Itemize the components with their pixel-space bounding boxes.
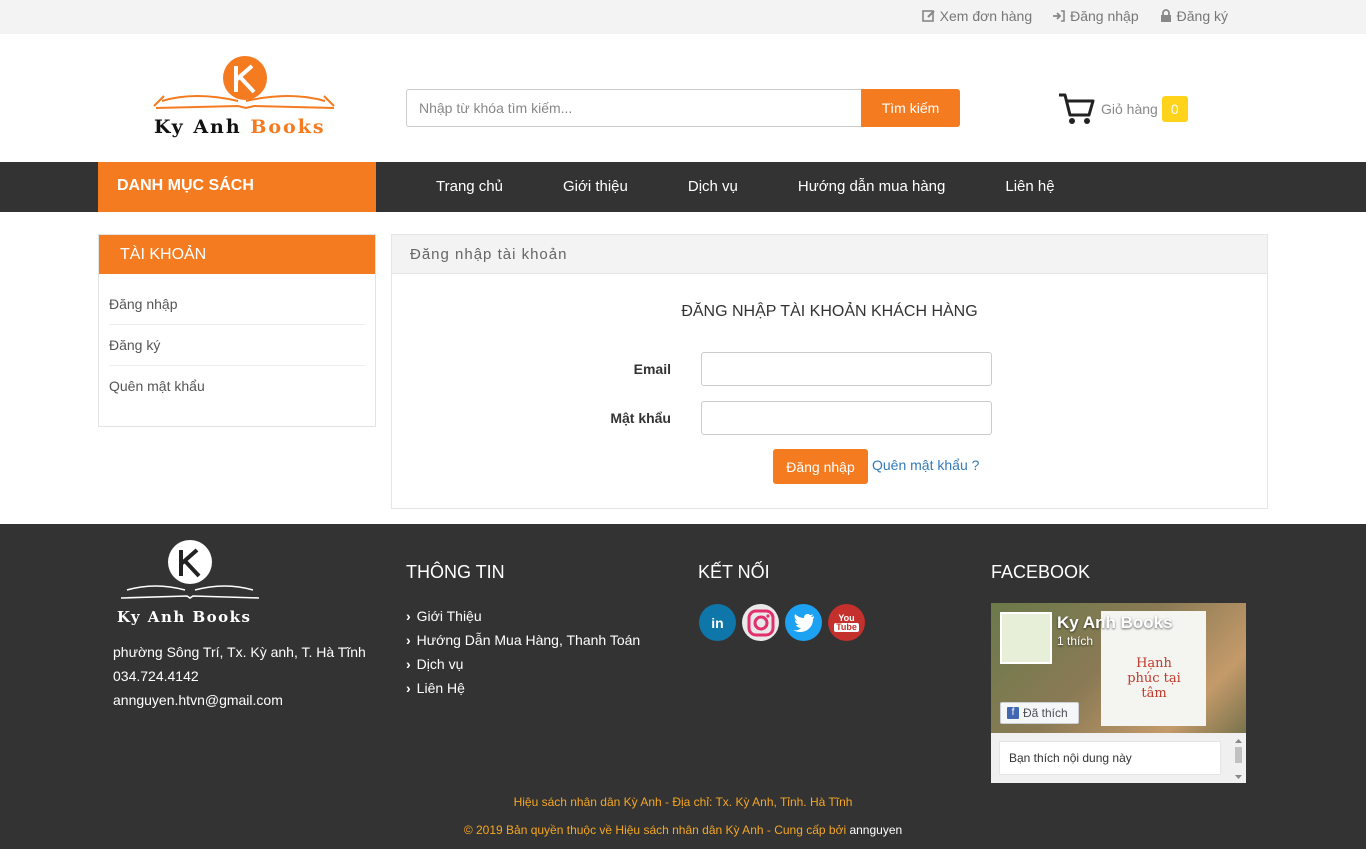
nav-services[interactable]: Dịch vụ xyxy=(658,162,768,212)
site-header: Ky Anh Books Tìm kiếm Giỏ hàng 0 xyxy=(0,34,1366,162)
footer-info-links: Giới Thiệu Hướng Dẫn Mua Hàng, Thanh Toá… xyxy=(406,604,641,700)
top-links: Xem đơn hàng Đăng nhập Đăng ký xyxy=(921,8,1228,24)
top-register-label: Đăng ký xyxy=(1176,8,1228,24)
facebook-icon: f xyxy=(1007,707,1019,719)
main-nav: Trang chủ Giới thiệu Dịch vụ Hướng dẫn m… xyxy=(406,162,1085,212)
sign-in-icon xyxy=(1053,10,1065,22)
fb-scrollbar[interactable] xyxy=(1233,737,1244,781)
footer-link-guide[interactable]: Hướng Dẫn Mua Hàng, Thanh Toán xyxy=(406,628,641,652)
footer-author-link[interactable]: annguyen xyxy=(849,823,902,837)
footer-link-services[interactable]: Dịch vụ xyxy=(406,652,640,676)
twitter-icon[interactable] xyxy=(785,604,822,641)
footer-connect-title: KẾT NỐI xyxy=(698,562,770,582)
fb-likes-count: 1 thích xyxy=(1057,634,1094,648)
cart-icon xyxy=(1059,93,1095,124)
category-menu-button[interactable]: DANH MỤC SÁCH xyxy=(98,162,376,212)
logo-mark-icon xyxy=(153,56,335,110)
footer-email: annguyen.htvn@gmail.com xyxy=(113,692,283,708)
footer-address-line: Hiệu sách nhân dân Kỳ Anh - Địa chỉ: Tx.… xyxy=(513,795,853,809)
footer-link-contact[interactable]: Liên Hệ xyxy=(406,676,640,700)
forgot-password-link[interactable]: Quên mật khẩu ? xyxy=(872,457,979,473)
sidebar-title: TÀI KHOẢN xyxy=(99,235,375,274)
login-subtitle: ĐĂNG NHẬP TÀI KHOẢN KHÁCH HÀNG xyxy=(681,303,978,320)
edit-icon xyxy=(921,10,935,22)
fb-page-name[interactable]: Ky Anh Books xyxy=(1057,613,1173,633)
sidebar-menu: Đăng nhập Đăng ký Quên mật khẩu xyxy=(99,274,375,407)
nav-contact[interactable]: Liên hệ xyxy=(975,162,1084,212)
top-register-link[interactable]: Đăng ký xyxy=(1159,8,1228,24)
linkedin-icon[interactable]: in xyxy=(699,604,736,641)
fb-liked-button[interactable]: f Đã thích xyxy=(1000,702,1079,724)
sidebar-item-register[interactable]: Đăng ký xyxy=(109,325,365,366)
view-orders-link[interactable]: Xem đơn hàng xyxy=(921,8,1033,24)
email-label: Email xyxy=(633,361,671,377)
account-sidebar: TÀI KHOẢN Đăng nhập Đăng ký Quên mật khẩ… xyxy=(98,234,376,427)
cart[interactable]: Giỏ hàng 0 xyxy=(1057,92,1188,126)
footer-copyright: © 2019 Bản quyền thuộc về Hiệu sách nhân… xyxy=(463,823,903,837)
footer-info-title: THÔNG TIN xyxy=(406,562,505,582)
email-field[interactable] xyxy=(701,352,992,386)
footer-logo-mark-icon xyxy=(120,540,260,599)
footer-link-about[interactable]: Giới Thiệu xyxy=(406,604,640,628)
password-row: Mật khẩu xyxy=(591,401,992,435)
login-panel-heading: Đăng nhập tài khoản xyxy=(392,235,1267,274)
password-label: Mật khẩu xyxy=(610,410,671,426)
facebook-widget: Hạnh phúc tại tâm Ky Anh Books 1 thích f… xyxy=(991,603,1246,783)
social-links: in You Tube xyxy=(699,604,865,641)
fb-book-title: Hạnh phúc tại tâm xyxy=(1127,656,1181,701)
nav-home[interactable]: Trang chủ xyxy=(406,162,533,212)
instagram-icon[interactable] xyxy=(742,604,779,641)
email-row: Email xyxy=(591,352,992,386)
top-login-label: Đăng nhập xyxy=(1070,8,1139,24)
sidebar-item-login[interactable]: Đăng nhập xyxy=(109,284,365,325)
search-input[interactable] xyxy=(406,89,861,127)
top-login-link[interactable]: Đăng nhập xyxy=(1052,8,1139,24)
sidebar-item-forgot-password[interactable]: Quên mật khẩu xyxy=(109,366,365,407)
search-form: Tìm kiếm xyxy=(406,89,960,127)
cart-count-badge: 0 xyxy=(1161,96,1188,122)
cart-label: Giỏ hàng xyxy=(1101,101,1158,117)
youtube-icon[interactable]: You Tube xyxy=(828,604,865,641)
login-panel: Đăng nhập tài khoản ĐĂNG NHẬP TÀI KHOẢN … xyxy=(391,234,1268,509)
fb-liked-label: Đã thích xyxy=(1023,706,1068,720)
nav-about[interactable]: Giới thiệu xyxy=(533,162,658,212)
main-navbar: DANH MỤC SÁCH Trang chủ Giới thiệu Dịch … xyxy=(0,162,1366,212)
login-button[interactable]: Đăng nhập xyxy=(773,449,868,484)
logo-text: Ky Anh Books xyxy=(154,116,326,138)
fb-page-avatar[interactable] xyxy=(1000,612,1052,664)
footer-logo-text: Ky Anh Books xyxy=(117,608,252,626)
footer-contact-info: phường Sông Trí, Tx. Kỳ anh, T. Hà Tĩnh … xyxy=(113,640,366,712)
password-field[interactable] xyxy=(701,401,992,435)
footer-address: phường Sông Trí, Tx. Kỳ anh, T. Hà Tĩnh xyxy=(113,644,366,660)
search-button[interactable]: Tìm kiếm xyxy=(861,89,960,127)
site-footer: Ky Anh Books phường Sông Trí, Tx. Kỳ anh… xyxy=(0,524,1366,849)
footer-phone: 034.724.4142 xyxy=(113,668,199,684)
fb-post: Bạn thích nội dung này xyxy=(999,741,1221,775)
footer-facebook-title: FACEBOOK xyxy=(991,562,1091,582)
view-orders-label: Xem đơn hàng xyxy=(939,8,1033,24)
fb-feed: Bạn thích nội dung này xyxy=(991,733,1246,783)
site-logo[interactable]: Ky Anh Books xyxy=(150,56,342,140)
lock-icon xyxy=(1160,9,1171,22)
footer-logo[interactable]: Ky Anh Books xyxy=(115,538,265,628)
nav-shopping-guide[interactable]: Hướng dẫn mua hàng xyxy=(768,162,975,212)
top-utility-bar: Xem đơn hàng Đăng nhập Đăng ký xyxy=(0,0,1366,34)
